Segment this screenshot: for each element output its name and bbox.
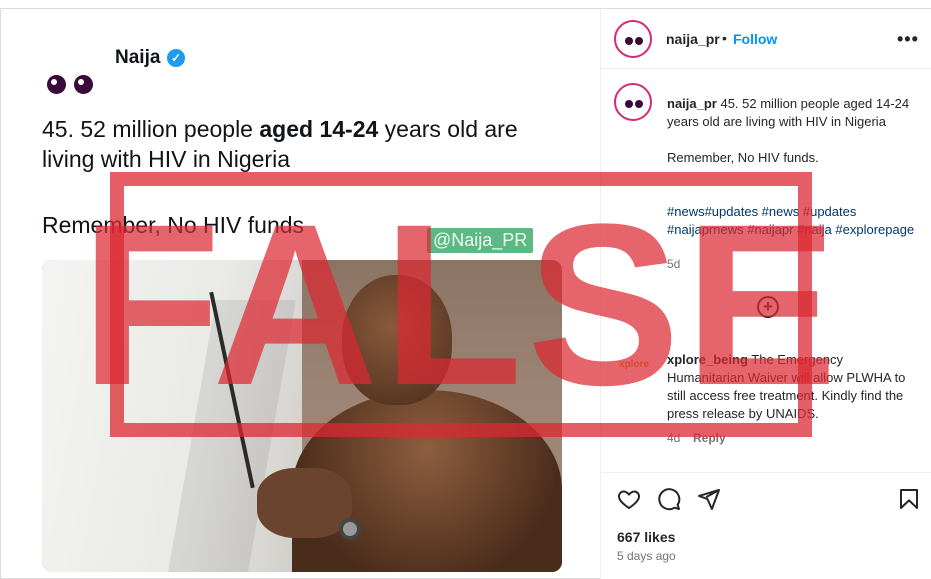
bookmark-icon[interactable] <box>897 487 921 511</box>
header-username[interactable]: naija_pr <box>666 31 720 47</box>
follow-button[interactable]: Follow <box>733 31 777 47</box>
actions-divider <box>601 472 931 473</box>
more-options-icon[interactable]: ••• <box>897 29 919 50</box>
commenter-avatar[interactable]: xplore <box>619 359 649 379</box>
caption-avatar[interactable] <box>614 83 652 121</box>
post-header: naija_pr • Follow ••• <box>601 9 931 69</box>
caption-username[interactable]: naija_pr <box>667 96 717 111</box>
heart-icon[interactable] <box>617 487 641 511</box>
patient-head <box>342 275 452 405</box>
stethoscope-icon <box>339 518 361 540</box>
avatar-eye-icon <box>47 75 66 94</box>
caption-age: 5d <box>667 257 681 271</box>
caption-hashtags[interactable]: #news#updates #news #updates #naijaprnew… <box>667 203 917 239</box>
tweet-avatar <box>45 71 97 97</box>
add-icon[interactable]: + <box>757 296 779 318</box>
likes-count[interactable]: 667 likes <box>617 529 675 545</box>
post-image[interactable]: Naija ✓ 45. 52 million people aged 14-24… <box>1 9 599 578</box>
avatar-eye-icon <box>74 75 93 94</box>
share-icon[interactable] <box>697 487 721 511</box>
tweet-text: 45. 52 million people aged 14-24 years o… <box>42 116 518 172</box>
tweet-text-2: Remember, No HIV funds <box>42 212 305 238</box>
comment-icon[interactable] <box>657 487 681 511</box>
caption: naija_pr 45. 52 million people aged 14-2… <box>667 95 917 167</box>
reply-button[interactable]: Reply <box>693 431 726 445</box>
comment-age: 4d <box>667 431 681 445</box>
comment-username[interactable]: xplore_being <box>667 352 748 367</box>
caption-text-2: Remember, No HIV funds. <box>667 150 819 165</box>
post-timestamp: 5 days ago <box>617 549 676 563</box>
doctor-hand <box>257 468 352 538</box>
header-separator: • <box>722 30 727 46</box>
comment: xplore_being The Emergency Humanitarian … <box>667 351 917 423</box>
avatar[interactable] <box>614 20 652 58</box>
patient-photo <box>42 260 562 572</box>
watermark: @Naija_PR <box>427 228 534 253</box>
tweet-author: Naija <box>115 47 161 68</box>
verified-icon: ✓ <box>167 49 185 67</box>
post-side-panel: naija_pr • Follow ••• naija_pr 45. 52 mi… <box>600 9 931 579</box>
